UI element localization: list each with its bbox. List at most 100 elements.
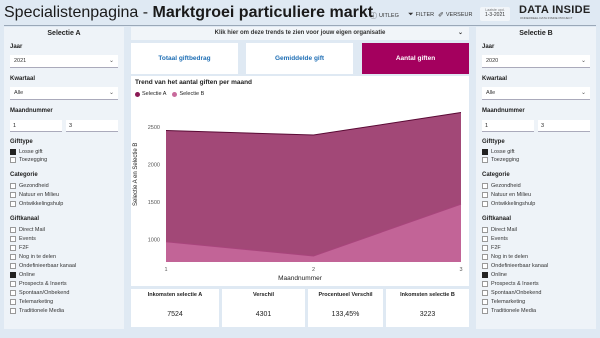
- maand-to-input[interactable]: 3: [66, 120, 118, 132]
- kwartaal-dropdown[interactable]: Alle ⌄: [482, 87, 590, 100]
- checkbox-toezegging[interactable]: Toezegging: [482, 157, 519, 163]
- checkbox-direct-mail[interactable]: Direct Mail: [482, 227, 517, 233]
- checkbox[interactable]: [482, 299, 488, 305]
- chevron-down-icon: ⌄: [108, 58, 114, 64]
- checkbox[interactable]: [10, 272, 16, 278]
- checkbox[interactable]: [482, 157, 488, 163]
- checkbox-losse-gift[interactable]: Losse gift: [10, 149, 43, 155]
- checkbox-natuur-milieu[interactable]: Natuur en Milieu: [10, 192, 59, 198]
- x-tick-label: 2: [312, 267, 315, 273]
- trend-chart: Trend van het aantal giften per maand Se…: [131, 76, 469, 286]
- checkbox-spontaan[interactable]: Spontaan/Onbekend: [10, 290, 69, 296]
- checkbox[interactable]: [482, 201, 488, 207]
- header-divider: [4, 25, 596, 26]
- checkbox[interactable]: [10, 299, 16, 305]
- checkbox-events[interactable]: Events: [482, 236, 508, 242]
- checkbox-telemarketing[interactable]: Telemarketing: [482, 299, 525, 305]
- checkbox-events[interactable]: Events: [10, 236, 36, 242]
- checkbox[interactable]: [10, 236, 16, 242]
- checkbox[interactable]: [10, 227, 16, 233]
- kpi-value: 3223: [419, 311, 436, 318]
- gifttype-label: Gifttype: [10, 139, 33, 145]
- kwartaal-label: Kwartaal: [10, 76, 36, 82]
- checkbox[interactable]: [482, 227, 488, 233]
- tab-gemiddelde-gift[interactable]: Gemiddelde gift: [246, 43, 353, 74]
- jaar-dropdown[interactable]: 2021 ⌄: [10, 55, 118, 68]
- maand-to-input[interactable]: 3: [538, 120, 590, 132]
- organisatie-dropdown[interactable]: Klik hier om deze trends te zien voor jo…: [131, 27, 469, 40]
- giftkanaal-label: Giftkanaal: [482, 216, 512, 222]
- panel-title: Selectie A: [47, 30, 81, 37]
- checkbox-ontwikkelingshulp[interactable]: Ontwikkelingshulp: [10, 201, 63, 207]
- checkbox-nog-in-te-delen[interactable]: Nog in te delen: [482, 254, 528, 260]
- y-tick-label: 1000: [148, 237, 160, 243]
- maandnummer-label: Maandnummer: [10, 108, 53, 114]
- checkbox-ontwikkelingshulp[interactable]: Ontwikkelingshulp: [482, 201, 535, 207]
- checkbox-online[interactable]: Online: [482, 272, 507, 278]
- checkbox-f2f[interactable]: F2F: [482, 245, 501, 251]
- checkbox[interactable]: [10, 245, 16, 251]
- checkbox[interactable]: [482, 149, 488, 155]
- checkbox-nog-in-te-delen[interactable]: Nog in te delen: [10, 254, 56, 260]
- checkbox-direct-mail[interactable]: Direct Mail: [10, 227, 45, 233]
- checkbox[interactable]: [482, 254, 488, 260]
- verseur-button[interactable]: ✐ VERSEUR: [438, 11, 472, 19]
- checkbox[interactable]: [10, 183, 16, 189]
- checkbox[interactable]: [10, 149, 16, 155]
- checkbox[interactable]: [10, 290, 16, 296]
- checkbox[interactable]: [482, 245, 488, 251]
- maandnummer-label: Maandnummer: [482, 108, 525, 114]
- checkbox[interactable]: [10, 263, 16, 269]
- kwartaal-dropdown[interactable]: Alle ⌄: [10, 87, 118, 100]
- checkbox[interactable]: [10, 281, 16, 287]
- checkbox[interactable]: [482, 192, 488, 198]
- kpi-label: Inkomsten selectie A: [147, 292, 203, 298]
- checkbox-gezondheid[interactable]: Gezondheid: [482, 183, 521, 189]
- maand-from-input[interactable]: 1: [10, 120, 62, 132]
- chevron-down-icon: ⌄: [580, 90, 586, 96]
- checkbox-prospects[interactable]: Prospects & Inserts: [482, 281, 539, 287]
- giftkanaal-label: Giftkanaal: [10, 216, 40, 222]
- chevron-down-icon: ⌄: [457, 30, 463, 36]
- checkbox[interactable]: [482, 290, 488, 296]
- jaar-dropdown[interactable]: 2020 ⌄: [482, 55, 590, 68]
- checkbox[interactable]: [10, 308, 16, 314]
- checkbox[interactable]: [10, 157, 16, 163]
- checkbox-ondefinieerbaar[interactable]: Ondefinieerbaar kanaal: [10, 263, 76, 269]
- checkbox[interactable]: [482, 263, 488, 269]
- info-icon: ⓘ: [370, 13, 377, 20]
- checkbox[interactable]: [482, 308, 488, 314]
- checkbox-traditionele-media[interactable]: Traditionele Media: [10, 308, 64, 314]
- maand-from-input[interactable]: 1: [482, 120, 534, 132]
- checkbox-natuur-milieu[interactable]: Natuur en Milieu: [482, 192, 531, 198]
- checkbox-toezegging[interactable]: Toezegging: [10, 157, 47, 163]
- tab-aantal-giften[interactable]: Aantal giften: [362, 43, 469, 74]
- checkbox-telemarketing[interactable]: Telemarketing: [10, 299, 53, 305]
- checkbox[interactable]: [10, 192, 16, 198]
- chevron-down-icon: ⌄: [108, 90, 114, 96]
- checkbox[interactable]: [10, 254, 16, 260]
- kpi-procentueel-verschil: Procentueel Verschil 133,45%: [308, 289, 383, 327]
- checkbox-ondefinieerbaar[interactable]: Ondefinieerbaar kanaal: [482, 263, 548, 269]
- checkbox-losse-gift[interactable]: Losse gift: [482, 149, 515, 155]
- checkbox[interactable]: [482, 236, 488, 242]
- uitleg-button[interactable]: ⓘ UITLEG: [370, 11, 399, 21]
- jaar-label: Jaar: [482, 44, 495, 50]
- checkbox[interactable]: [10, 201, 16, 207]
- data-inside-logo: DATA INSIDE: [519, 4, 591, 16]
- tab-totaal-giftbedrag[interactable]: Totaal giftbedrag: [131, 43, 238, 74]
- panel-title: Selectie B: [519, 30, 553, 37]
- checkbox[interactable]: [482, 272, 488, 278]
- checkbox-f2f[interactable]: F2F: [10, 245, 29, 251]
- filter-button[interactable]: ⏷ FILTER: [408, 11, 434, 19]
- checkbox[interactable]: [482, 183, 488, 189]
- checkbox-traditionele-media[interactable]: Traditionele Media: [482, 308, 536, 314]
- checkbox-gezondheid[interactable]: Gezondheid: [10, 183, 49, 189]
- checkbox-prospects[interactable]: Prospects & Inserts: [10, 281, 67, 287]
- checkbox-online[interactable]: Online: [10, 272, 35, 278]
- checkbox[interactable]: [482, 281, 488, 287]
- eraser-icon: ✐: [438, 12, 444, 19]
- checkbox-spontaan[interactable]: Spontaan/Onbekend: [482, 290, 541, 296]
- kpi-value: 4301: [255, 311, 272, 318]
- selectie-b-panel: Selectie B Jaar 2020 ⌄ Kwartaal Alle ⌄ Maa…: [476, 27, 596, 329]
